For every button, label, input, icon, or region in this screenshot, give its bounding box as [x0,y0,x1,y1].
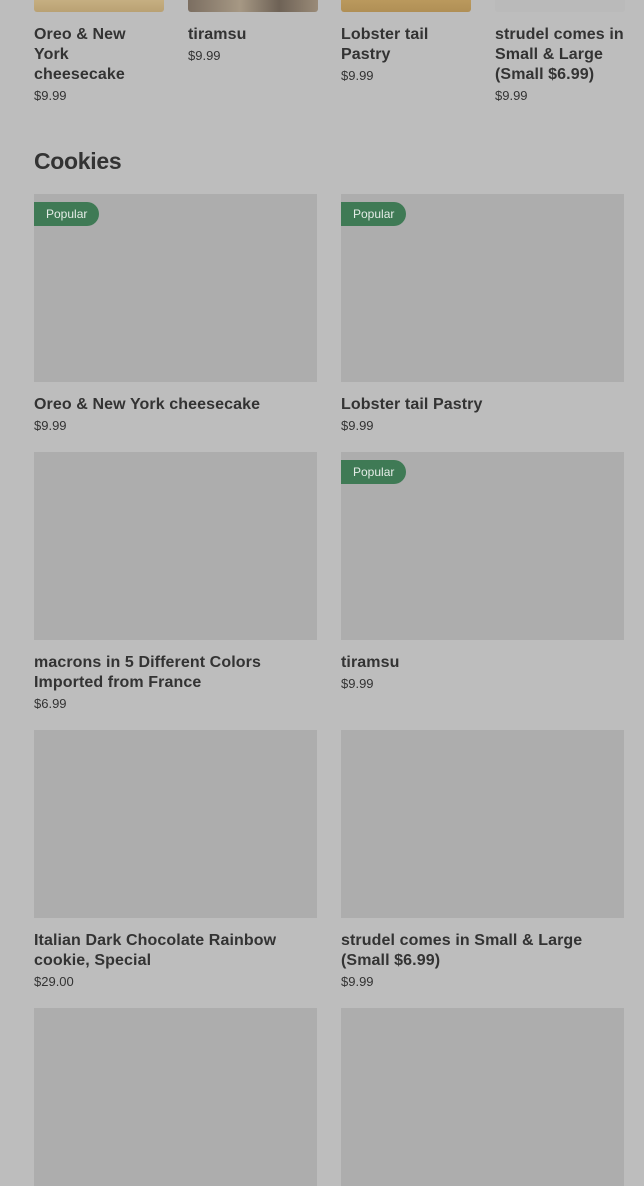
item-image: Popular [34,194,317,382]
item-image [495,0,625,12]
item-name: Lobster tail Pastry [341,396,483,413]
item-image [341,730,624,918]
item-image [34,0,164,12]
item-name: macrons in 5 Different Colors Imported f… [34,654,261,691]
item-image [34,1008,317,1186]
item-name: strudel comes in Small & Large (Small $6… [341,932,583,969]
item-name: Oreo & New York cheesecake [34,26,126,83]
carousel-item[interactable]: Lobster tail Pastry $9.99 [341,0,471,84]
menu-item-card[interactable]: Popular tiramsu $9.99 [341,452,624,692]
item-price: $9.99 [341,418,374,433]
popular-badge: Popular [341,202,407,226]
menu-item-card[interactable] [34,1008,317,1186]
item-name: Italian Dark Chocolate Rainbow cookie, S… [34,932,277,969]
item-image [34,452,317,640]
section-title: Cookies [34,148,122,174]
item-image [188,0,318,12]
item-price: $9.99 [341,676,374,691]
item-name: Oreo & New York cheesecake [34,396,261,413]
item-image [341,0,471,12]
item-price: $6.99 [34,696,67,711]
menu-item-card[interactable] [341,1008,624,1186]
item-price: $9.99 [341,974,374,989]
item-image [341,1008,624,1186]
item-price: $9.99 [188,48,221,63]
popular-badge: Popular [34,202,100,226]
item-price: $9.99 [34,418,67,433]
menu-item-card[interactable]: Popular Oreo & New York cheesecake $9.99 [34,194,317,434]
carousel-item[interactable]: tiramsu $9.99 [188,0,318,64]
popular-items-carousel[interactable]: Oreo & New York cheesecake $9.99 tiramsu… [34,0,644,102]
menu-page: Oreo & New York cheesecake $9.99 tiramsu… [0,0,644,1186]
item-price: $9.99 [34,88,67,102]
menu-item-card[interactable]: macrons in 5 Different Colors Imported f… [34,452,317,712]
item-image [34,730,317,918]
item-name: tiramsu [188,26,247,43]
item-name: tiramsu [341,654,400,671]
menu-item-card[interactable]: Italian Dark Chocolate Rainbow cookie, S… [34,730,317,990]
carousel-item[interactable]: Oreo & New York cheesecake $9.99 [34,0,164,102]
item-image: Popular [341,452,624,640]
item-image: Popular [341,194,624,382]
menu-item-card[interactable]: Popular Lobster tail Pastry $9.99 [341,194,624,434]
item-price: $9.99 [341,68,374,83]
menu-item-card[interactable]: strudel comes in Small & Large (Small $6… [341,730,624,990]
item-price: $29.00 [34,974,74,989]
item-name: strudel comes in Small & Large (Small $6… [495,26,624,83]
item-name: Lobster tail Pastry [341,26,429,63]
item-price: $9.99 [495,88,528,102]
popular-badge: Popular [341,460,407,484]
carousel-item[interactable]: strudel comes in Small & Large (Small $6… [495,0,625,102]
